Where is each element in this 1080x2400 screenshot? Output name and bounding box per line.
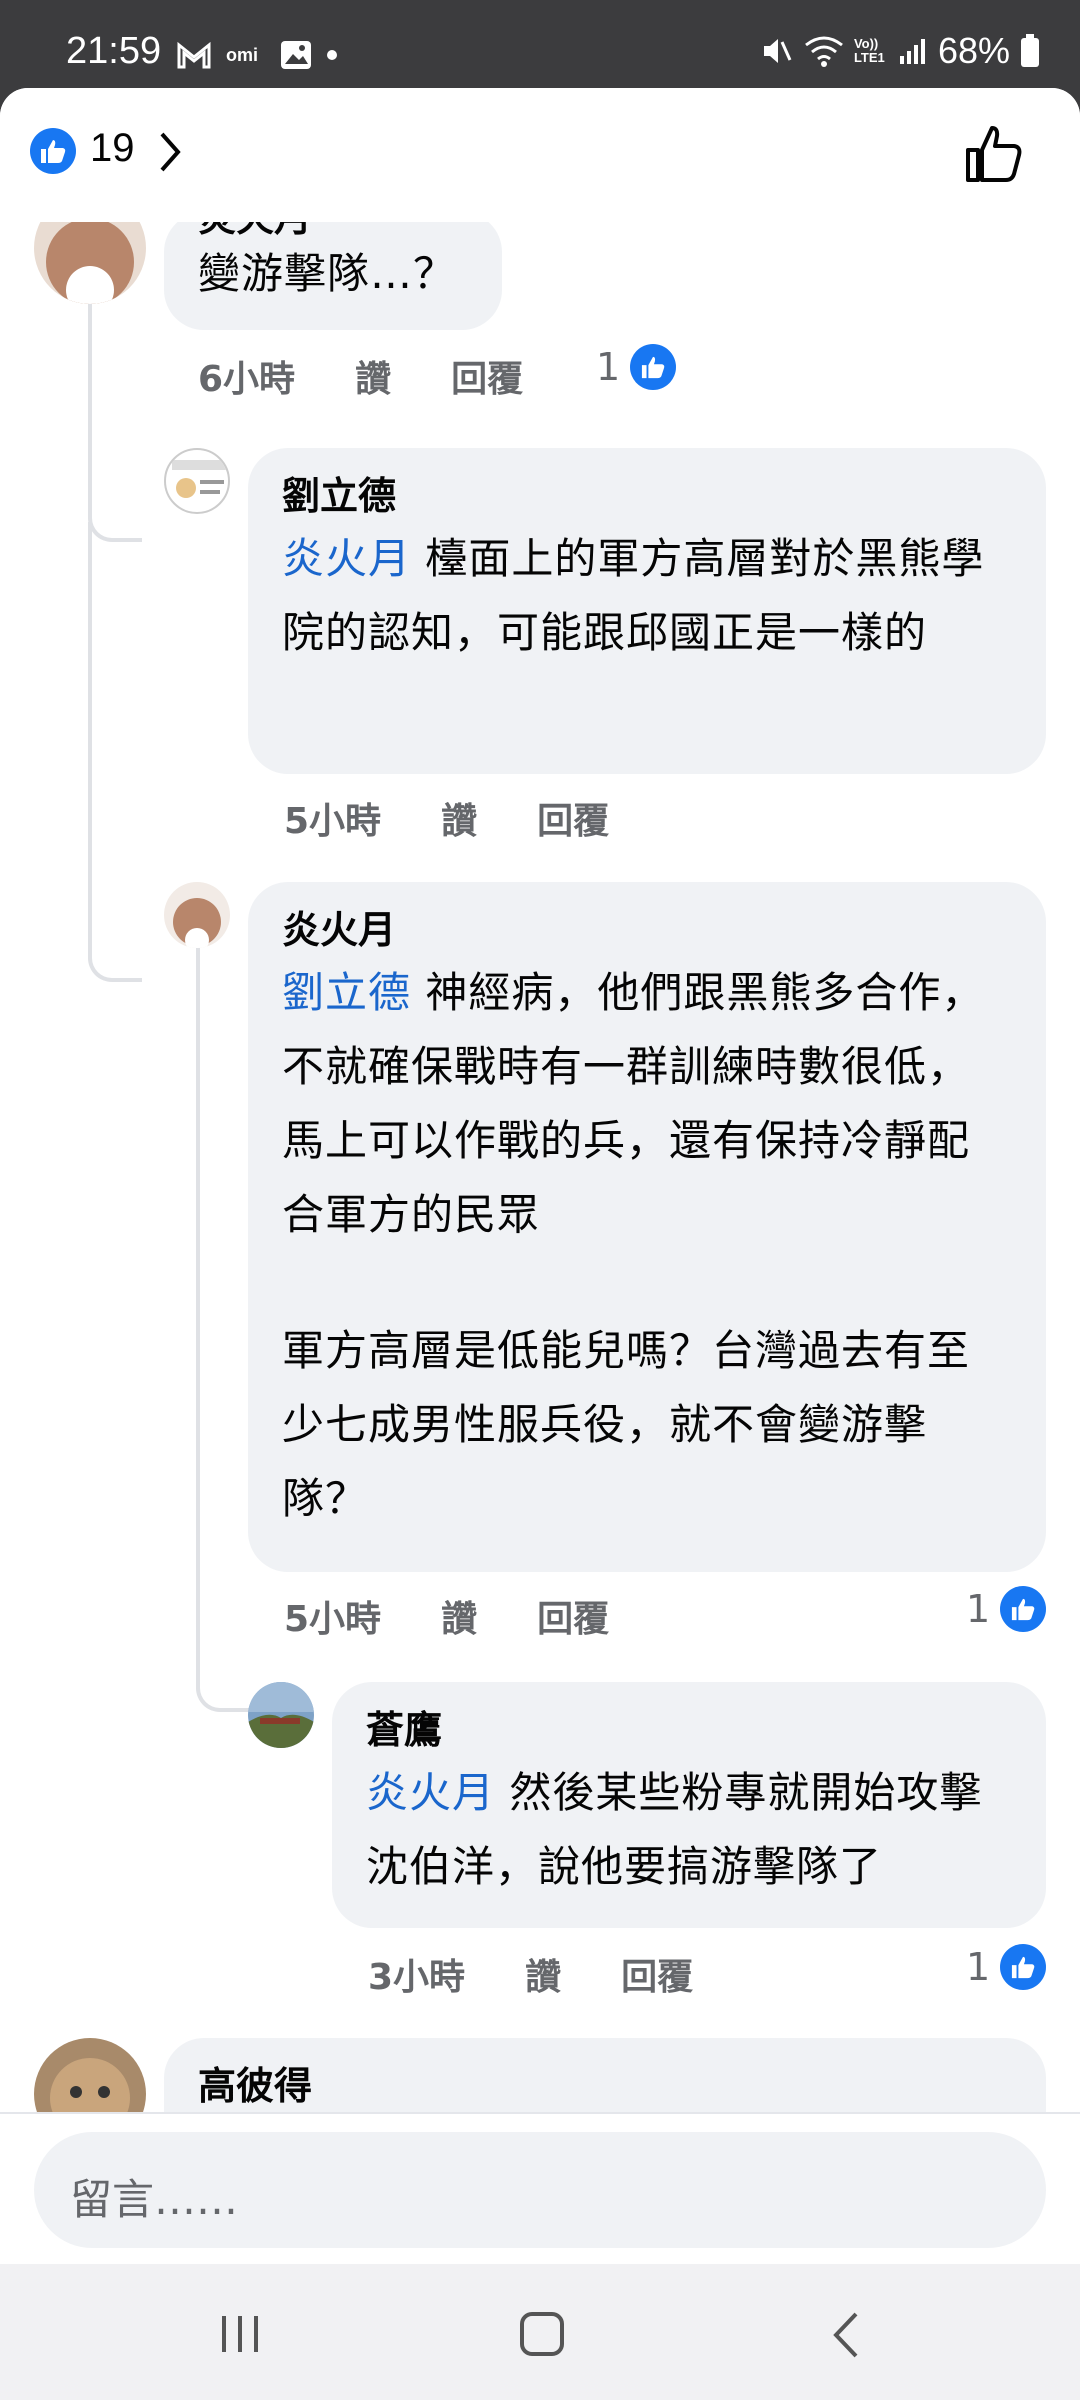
like-link[interactable]: 讚 [441, 792, 477, 844]
comment-bubble: 劉立德 炎火月 檯面上的軍方高層對於黑熊學院的認知，可能跟邱國正是一樣的 [248, 448, 1046, 774]
clock: 21:59 [66, 30, 162, 72]
sheet-header: 19 [0, 88, 1080, 222]
comment-input-placeholder: 留言…… [70, 2175, 239, 2224]
mention-link[interactable]: 劉立德 [282, 968, 411, 1017]
signal-icon [899, 39, 925, 64]
comment-bubble: 蒼鷹 炎火月 然後某些粉專就開始攻擊沈伯洋，說他要搞游擊隊了 [332, 1682, 1046, 1928]
like-reaction-icon[interactable] [30, 128, 76, 174]
like-link[interactable]: 讚 [355, 350, 391, 402]
status-bar: 21:59 omi Vo)) LTE1 68% [0, 0, 1080, 88]
comment-composer: 留言…… [0, 2112, 1080, 2264]
system-nav-bar [0, 2264, 1080, 2400]
reply-link[interactable]: 回覆 [537, 792, 609, 844]
comment-author[interactable]: 高彼得 [198, 2060, 1012, 2112]
comment-actions: 6小時 讚 回覆 [198, 350, 583, 402]
comment-text: 變游擊隊…？ [198, 249, 457, 298]
omi-icon: omi [226, 45, 258, 65]
like-reaction-icon [1000, 1586, 1047, 1632]
comment-author[interactable]: 蒼鷹 [366, 1704, 1012, 1756]
comment-text: 炎火月 然後某些粉專就開始攻擊沈伯洋，說他要搞游擊隊了 [366, 1756, 1012, 1904]
comment-input[interactable]: 留言…… [34, 2132, 1046, 2248]
comment-bubble: 炎火月 變游擊隊…？ [164, 222, 502, 330]
comment-time: 5小時 [284, 1599, 382, 1640]
comment-bubble: 炎火月 劉立德 神經病，他們跟黑熊多合作，不就確保戰時有一群訓練時數很低，馬上可… [248, 882, 1046, 1572]
reaction-count: 1 [966, 1945, 991, 1989]
thread-line [88, 522, 142, 982]
reply-link[interactable]: 回覆 [451, 350, 523, 402]
battery-percent: 68% [937, 30, 1010, 71]
system-icons: Vo)) LTE1 68% [760, 30, 1040, 72]
svg-text:omi: omi [226, 45, 258, 65]
thread-line [196, 942, 250, 1712]
back-icon[interactable] [828, 2310, 862, 2360]
home-icon[interactable] [518, 2310, 566, 2358]
reaction-count[interactable]: 19 [90, 126, 135, 171]
comment-text: 炎火月 檯面上的軍方高層對於黑熊學院的認知，可能跟邱國正是一樣的 [282, 522, 1012, 670]
reaction-count: 1 [966, 1587, 991, 1631]
mute-icon [763, 39, 792, 63]
comment-reactions[interactable]: 1 [966, 1586, 1047, 1632]
like-link[interactable]: 讚 [441, 1590, 477, 1642]
comment-text: 劉立德 神經病，他們跟黑熊多合作，不就確保戰時有一群訓練時數很低，馬上可以作戰的… [282, 956, 1012, 1252]
like-reaction-icon [1000, 1944, 1047, 1990]
mention-link[interactable]: 炎火月 [366, 1768, 495, 1817]
like-button-icon[interactable] [964, 124, 1024, 184]
avatar[interactable] [164, 882, 230, 948]
comment-actions: 3小時 讚 回覆 [368, 1948, 753, 2000]
mention-link[interactable]: 炎火月 [282, 534, 411, 583]
comment-text-paragraph: 軍方高層是低能兒嗎？台灣過去有至少七成男性服兵役，就不會變游擊隊？ [282, 1326, 971, 1523]
gmail-icon [177, 41, 211, 69]
comment-author[interactable]: 劉立德 [282, 470, 1012, 522]
gallery-icon [281, 41, 311, 69]
comment-time: 6小時 [198, 359, 296, 400]
avatar[interactable] [248, 1682, 314, 1748]
reply-link[interactable]: 回覆 [537, 1590, 609, 1642]
comment-time: 5小時 [284, 801, 382, 842]
chevron-right-icon[interactable] [158, 130, 182, 174]
thread-line [88, 282, 142, 542]
notification-icons: omi [176, 40, 338, 70]
reply-link[interactable]: 回覆 [621, 1948, 693, 2000]
avatar[interactable] [164, 448, 230, 514]
comment-reactions[interactable]: 1 [966, 1944, 1047, 1990]
comments-sheet: 19 炎火月 變游擊隊…？ 6小時 讚 回覆 1 劉立德 [0, 88, 1080, 2264]
comment-author[interactable]: 炎火月 [282, 904, 1012, 956]
network-label: Vo)) LTE1 [853, 36, 885, 65]
comment-actions: 5小時 讚 回覆 [284, 792, 669, 844]
reaction-count: 1 [596, 345, 621, 389]
comment-author[interactable]: 炎火月 [198, 222, 468, 244]
like-reaction-icon [630, 344, 677, 390]
wifi-icon [805, 36, 843, 67]
comment-reactions[interactable]: 1 [596, 344, 677, 390]
battery-icon [1021, 34, 1039, 67]
comment-actions: 5小時 讚 回覆 [284, 1590, 669, 1642]
comment-list: 炎火月 變游擊隊…？ 6小時 讚 回覆 1 劉立德 炎火月 檯面上的軍方高層對於… [0, 222, 1080, 2112]
like-link[interactable]: 讚 [525, 1948, 561, 2000]
comment-time: 3小時 [368, 1957, 466, 1998]
comment-bubble: 高彼得 [164, 2038, 1046, 2112]
recent-apps-icon[interactable] [216, 2312, 264, 2356]
dot-icon [327, 50, 337, 60]
avatar[interactable] [34, 2038, 146, 2112]
